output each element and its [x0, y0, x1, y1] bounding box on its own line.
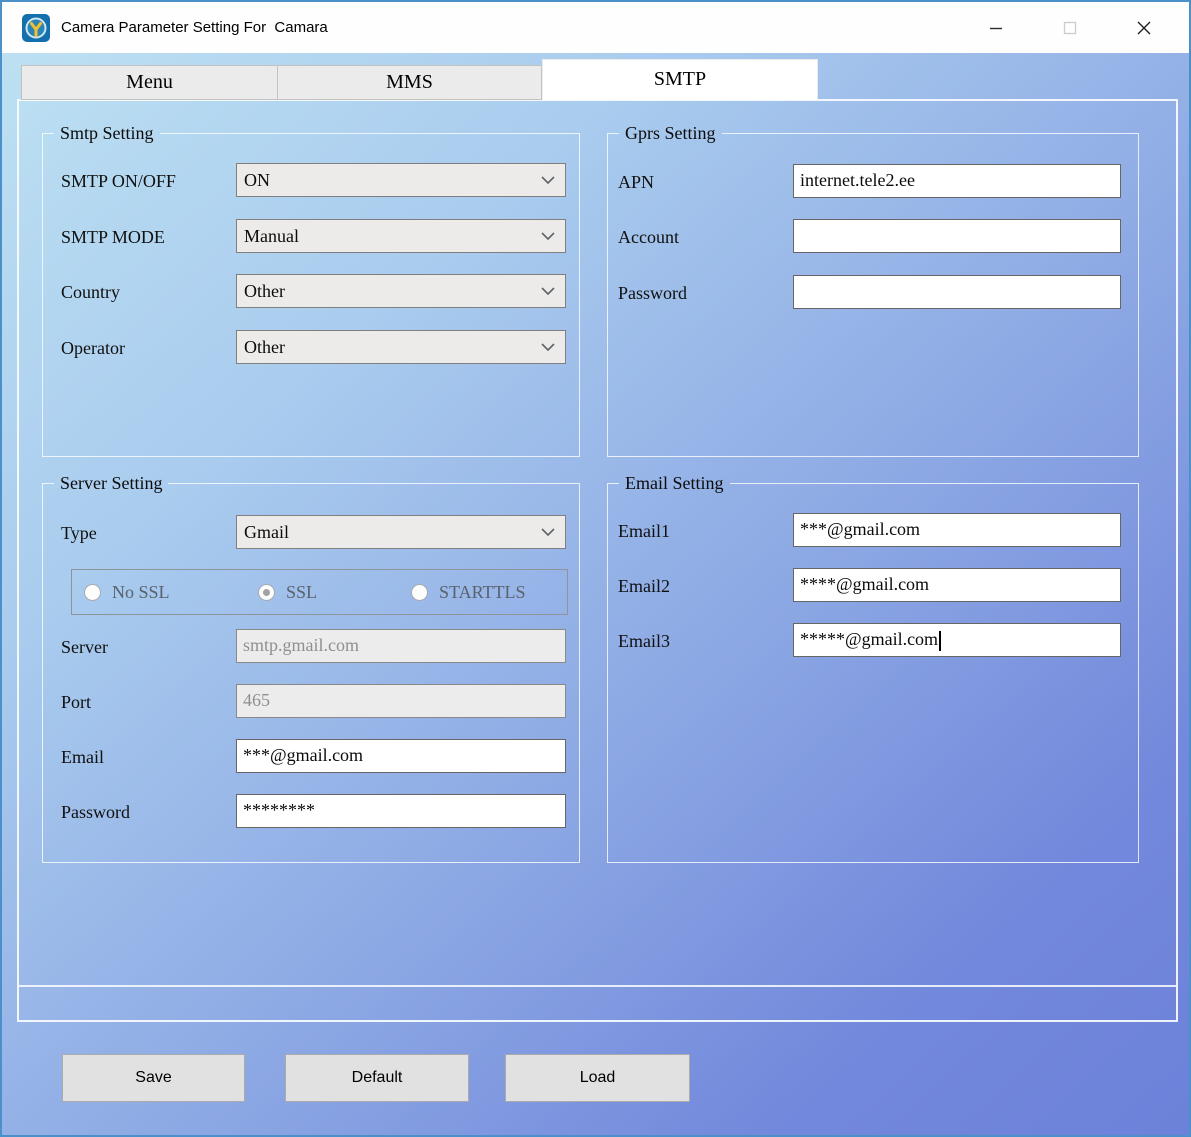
- email3-input[interactable]: *****@gmail.com: [793, 623, 1121, 657]
- label-server: Server: [61, 629, 108, 663]
- server-host-value: smtp.gmail.com: [243, 635, 359, 655]
- label-email1: Email1: [618, 513, 670, 547]
- radio-no-ssl-label: No SSL: [112, 582, 170, 603]
- label-email3: Email3: [618, 623, 670, 657]
- chevron-down-icon: [541, 528, 555, 536]
- label-smtp-onoff: SMTP ON/OFF: [61, 163, 176, 197]
- radio-ssl-label: SSL: [286, 582, 317, 603]
- label-operator: Operator: [61, 330, 125, 364]
- radio-no-ssl: No SSL: [84, 570, 170, 614]
- tab-mms[interactable]: MMS: [278, 65, 542, 100]
- tab-bar: Menu MMS SMTP: [21, 59, 818, 100]
- app-window: Camera Parameter Setting For Camara Menu…: [0, 0, 1191, 1137]
- group-smtp-setting: Smtp Setting SMTP ON/OFF ON SMTP MODE Ma…: [42, 133, 580, 457]
- radio-button-icon: [411, 584, 428, 601]
- server-type-value: Gmail: [237, 522, 289, 543]
- group-title-email-setting: Email Setting: [619, 472, 730, 494]
- label-smtp-mode: SMTP MODE: [61, 219, 165, 253]
- group-server-setting: Server Setting Type Gmail No SSL SSL STA…: [42, 483, 580, 863]
- ssl-option-group: No SSL SSL STARTTLS: [71, 569, 568, 615]
- apn-input[interactable]: internet.tele2.ee: [793, 164, 1121, 198]
- smtp-onoff-value: ON: [237, 170, 270, 191]
- label-email2: Email2: [618, 568, 670, 602]
- radio-starttls: STARTTLS: [411, 570, 525, 614]
- email2-value: ****@gmail.com: [800, 574, 929, 594]
- operator-dropdown[interactable]: Other: [236, 330, 566, 364]
- window-title: Camera Parameter Setting For Camara: [61, 19, 328, 36]
- group-title-server-setting: Server Setting: [54, 472, 168, 494]
- email3-value: *****@gmail.com: [800, 629, 938, 649]
- label-type: Type: [61, 515, 97, 549]
- operator-value: Other: [237, 337, 285, 358]
- radio-button-selected-icon: [258, 584, 275, 601]
- server-email-value: ***@gmail.com: [243, 745, 363, 765]
- minimize-icon: [989, 21, 1003, 35]
- label-gprs-password: Password: [618, 275, 687, 309]
- email1-input[interactable]: ***@gmail.com: [793, 513, 1121, 547]
- close-button[interactable]: [1121, 2, 1167, 53]
- smtp-onoff-dropdown[interactable]: ON: [236, 163, 566, 197]
- chevron-down-icon: [541, 287, 555, 295]
- group-email-setting: Email Setting Email1 ***@gmail.com Email…: [607, 483, 1139, 863]
- maximize-button: [1047, 2, 1093, 53]
- tab-smtp[interactable]: SMTP: [542, 59, 818, 100]
- text-caret: [939, 631, 941, 651]
- port-value: 465: [243, 690, 270, 710]
- label-port: Port: [61, 684, 91, 718]
- close-icon: [1136, 20, 1152, 36]
- label-account: Account: [618, 219, 679, 253]
- app-logo-icon: [22, 14, 50, 42]
- group-title-gprs-setting: Gprs Setting: [619, 122, 722, 144]
- chevron-down-icon: [541, 176, 555, 184]
- group-gprs-setting: Gprs Setting APN internet.tele2.ee Accou…: [607, 133, 1139, 457]
- label-apn: APN: [618, 164, 654, 198]
- country-dropdown[interactable]: Other: [236, 274, 566, 308]
- label-country: Country: [61, 274, 120, 308]
- server-email-input[interactable]: ***@gmail.com: [236, 739, 566, 773]
- port-input: 465: [236, 684, 566, 718]
- server-password-input[interactable]: ********: [236, 794, 566, 828]
- chevron-down-icon: [541, 343, 555, 351]
- smtp-mode-dropdown[interactable]: Manual: [236, 219, 566, 253]
- maximize-icon: [1063, 21, 1077, 35]
- load-button[interactable]: Load: [505, 1054, 690, 1102]
- email1-value: ***@gmail.com: [800, 519, 920, 539]
- label-server-password: Password: [61, 794, 130, 828]
- server-host-input: smtp.gmail.com: [236, 629, 566, 663]
- country-value: Other: [237, 281, 285, 302]
- label-server-email: Email: [61, 739, 104, 773]
- server-type-dropdown[interactable]: Gmail: [236, 515, 566, 549]
- tab-menu[interactable]: Menu: [21, 65, 278, 100]
- group-title-smtp-setting: Smtp Setting: [54, 122, 160, 144]
- default-button[interactable]: Default: [285, 1054, 469, 1102]
- save-button[interactable]: Save: [62, 1054, 245, 1102]
- radio-ssl: SSL: [258, 570, 317, 614]
- chevron-down-icon: [541, 232, 555, 240]
- account-input[interactable]: [793, 219, 1121, 253]
- minimize-button[interactable]: [973, 2, 1019, 53]
- radio-starttls-label: STARTTLS: [439, 582, 525, 603]
- server-password-value: ********: [243, 800, 315, 820]
- titlebar: Camera Parameter Setting For Camara: [2, 2, 1189, 53]
- email2-input[interactable]: ****@gmail.com: [793, 568, 1121, 602]
- gprs-password-input[interactable]: [793, 275, 1121, 309]
- smtp-mode-value: Manual: [237, 226, 299, 247]
- window-controls: [945, 2, 1189, 53]
- apn-value: internet.tele2.ee: [800, 170, 915, 190]
- radio-button-icon: [84, 584, 101, 601]
- panel-bottom-divider: [19, 985, 1176, 987]
